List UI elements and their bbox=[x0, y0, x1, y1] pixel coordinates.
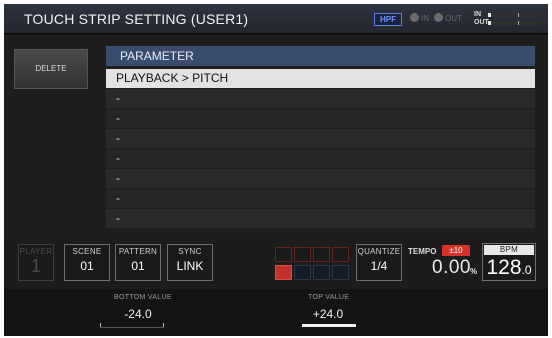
tempo-unit: % bbox=[470, 267, 478, 276]
pad-button[interactable] bbox=[294, 247, 311, 262]
quantize-button[interactable]: QUANTIZE 1/4 bbox=[356, 244, 402, 281]
meter-in-label: IN bbox=[474, 11, 481, 18]
parameter-row[interactable]: PLAYBACK > PITCH bbox=[106, 69, 535, 88]
meter-out-label: OUT bbox=[474, 19, 489, 26]
pad-button[interactable] bbox=[332, 247, 349, 262]
title-bar: TOUCH STRIP SETTING (USER1) HPF IN OUT I… bbox=[4, 4, 548, 34]
pattern-label: PATTERN bbox=[118, 247, 158, 256]
quantize-label: QUANTIZE bbox=[357, 247, 401, 256]
player-value: 1 bbox=[30, 256, 41, 276]
page-title: TOUCH STRIP SETTING (USER1) bbox=[24, 11, 249, 27]
scene-label: SCENE bbox=[72, 247, 102, 256]
pad-button[interactable] bbox=[275, 265, 292, 280]
bpm-label: BPM bbox=[484, 245, 534, 255]
bpm-value: 128 bbox=[486, 256, 522, 279]
speaker-icon bbox=[410, 13, 419, 22]
bottom-value-bar bbox=[100, 323, 164, 328]
sync-label: SYNC bbox=[178, 247, 202, 256]
top-value-label: TOP VALUE bbox=[308, 294, 350, 301]
tempo-value: 0.00 bbox=[432, 257, 471, 278]
level-meter-in bbox=[488, 13, 542, 17]
parameter-row[interactable]: - bbox=[106, 189, 535, 208]
touch-strip-setting-screen: TOUCH STRIP SETTING (USER1) HPF IN OUT I… bbox=[4, 4, 548, 336]
in-indicator: IN bbox=[410, 13, 429, 23]
tempo-range-badge: ±10 bbox=[442, 245, 470, 256]
hpf-indicator: HPF bbox=[374, 13, 402, 26]
pad-button[interactable] bbox=[332, 265, 349, 280]
main-area: DELETE PARAMETER PLAYBACK > PITCH - - - - - - - bbox=[4, 35, 548, 239]
scene-value: 01 bbox=[80, 259, 94, 273]
parameter-list: PLAYBACK > PITCH - - - - - - - bbox=[106, 69, 535, 229]
parameter-row[interactable]: - bbox=[106, 149, 535, 168]
bottom-value[interactable]: -24.0 bbox=[108, 307, 168, 321]
value-footer: BOTTOM VALUE -24.0 TOP VALUE +24.0 bbox=[4, 289, 548, 336]
quantize-value: 1/4 bbox=[370, 259, 388, 273]
speaker-icon bbox=[434, 13, 443, 22]
sync-button[interactable]: SYNC LINK bbox=[167, 244, 213, 281]
pad-button[interactable] bbox=[313, 265, 330, 280]
parameter-row[interactable]: - bbox=[106, 129, 535, 148]
top-value[interactable]: +24.0 bbox=[298, 307, 358, 321]
player-label: PLAYER bbox=[19, 247, 53, 256]
scene-button[interactable]: SCENE 01 bbox=[64, 244, 110, 281]
pad-button[interactable] bbox=[294, 265, 311, 280]
pad-button[interactable] bbox=[313, 247, 330, 262]
parameter-row[interactable]: - bbox=[106, 89, 535, 108]
bpm-decimal: .0 bbox=[521, 263, 532, 277]
parameter-row[interactable]: - bbox=[106, 109, 535, 128]
out-indicator: OUT bbox=[434, 13, 462, 23]
bpm-display: BPM 128.0 bbox=[482, 243, 536, 281]
tempo-label: TEMPO bbox=[408, 247, 437, 256]
bottom-value-label: BOTTOM VALUE bbox=[114, 294, 172, 301]
player-indicator: PLAYER 1 bbox=[18, 244, 54, 281]
status-panel: PLAYER 1 SCENE 01 PATTERN 01 SYNC LINK Q… bbox=[4, 239, 548, 289]
pad-button[interactable] bbox=[275, 247, 292, 262]
level-meter-out bbox=[488, 21, 542, 25]
parameter-header: PARAMETER bbox=[106, 46, 535, 66]
pattern-button[interactable]: PATTERN 01 bbox=[115, 244, 161, 281]
delete-button[interactable]: DELETE bbox=[14, 49, 88, 89]
parameter-row[interactable]: - bbox=[106, 169, 535, 188]
pattern-value: 01 bbox=[131, 259, 145, 273]
sync-value: LINK bbox=[176, 259, 204, 273]
parameter-row[interactable]: - bbox=[106, 209, 535, 228]
pad-grid bbox=[275, 247, 351, 281]
top-value-bar bbox=[302, 324, 356, 327]
